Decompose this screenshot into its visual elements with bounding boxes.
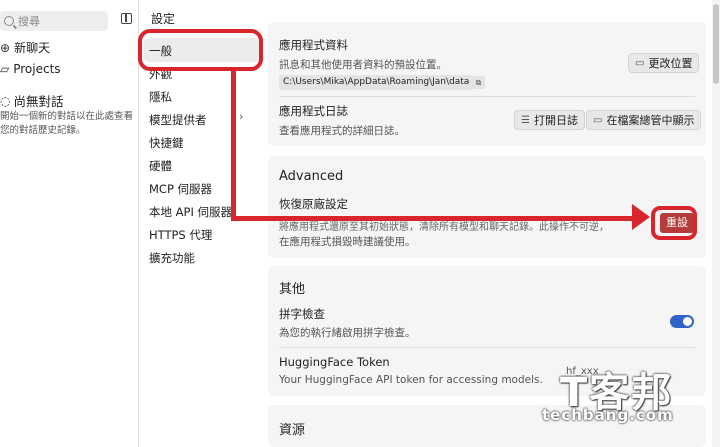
- annotation-line-horizontal: [231, 216, 633, 221]
- watermark: T客邦 techbang.com: [540, 360, 700, 430]
- chat-icon: ◌: [0, 93, 11, 108]
- open-logs-button[interactable]: ☰ 打開日誌: [514, 110, 585, 130]
- scrollbar[interactable]: [712, 0, 720, 447]
- no-conversations-title: ◌ 尚無對話: [0, 93, 64, 110]
- sidebar: 搜尋 ⊕ 新聊天 ▱ Projects ◌ 尚無對話 開始一個新的對話以在此處查…: [0, 0, 139, 447]
- factory-reset-desc-line2: 在應用程式損毀時建議使用。: [279, 236, 416, 248]
- plus-circle-icon: ⊕: [0, 40, 11, 55]
- nav-item-https-proxy[interactable]: HTTPS 代理: [149, 227, 212, 243]
- folder-icon: ▭: [635, 57, 645, 69]
- chevron-right-icon: ›: [239, 110, 244, 123]
- nav-item-extensions[interactable]: 擴充功能: [149, 250, 195, 266]
- folder-icon: ▱: [0, 62, 10, 76]
- annotation-general-highlight: [138, 29, 263, 71]
- search-placeholder: 搜尋: [18, 15, 40, 28]
- change-location-button[interactable]: ▭ 更改位置: [628, 53, 700, 73]
- factory-reset-title: 恢復原廠設定: [279, 197, 348, 211]
- sidebar-toggle-icon[interactable]: [121, 13, 132, 24]
- spellcheck-desc: 為您的執行緒啟用拼字檢查。: [279, 327, 416, 339]
- new-chat-label: 新聊天: [14, 41, 51, 55]
- advanced-title: Advanced: [279, 169, 344, 184]
- other-title: 其他: [279, 282, 306, 297]
- annotation-arrow: [632, 204, 650, 230]
- annotation-reset-highlight: [651, 206, 697, 240]
- nav-item-local-api-server[interactable]: 本地 API 伺服器: [149, 204, 232, 220]
- hf-token-title: HuggingFace Token: [279, 355, 390, 369]
- app-data-desc: 訊息和其他使用者資料的預設位置。: [279, 59, 447, 71]
- projects-button[interactable]: ▱ Projects: [0, 62, 61, 76]
- settings-nav: 一般 外觀 隱私 模型提供者 › 快捷鍵 硬體 MCP 伺服器 本地 API 伺…: [139, 30, 268, 447]
- spellcheck-title: 拼字檢查: [279, 307, 325, 321]
- divider: [279, 96, 695, 97]
- hf-token-desc: Your HuggingFace API token for accessing…: [279, 374, 543, 386]
- app-data-title: 應用程式資料: [279, 38, 348, 52]
- nav-item-hardware[interactable]: 硬體: [149, 158, 172, 174]
- app-logs-title: 應用程式日誌: [279, 104, 348, 118]
- annotation-line-vertical: [231, 69, 236, 221]
- scrollbar-thumb[interactable]: [713, 4, 719, 84]
- spellcheck-toggle[interactable]: [670, 315, 694, 328]
- nav-item-mcp-servers[interactable]: MCP 伺服器: [149, 181, 212, 197]
- resources-title: 資源: [279, 423, 306, 438]
- no-conversations-desc: 開始一個新的對話以在此處查看您的對話歷史記錄。: [0, 111, 134, 136]
- nav-item-privacy[interactable]: 隱私: [149, 89, 172, 105]
- copy-icon[interactable]: ⧉: [472, 76, 485, 89]
- nav-item-model-providers[interactable]: 模型提供者: [149, 112, 207, 128]
- list-icon: ☰: [521, 114, 530, 126]
- search-icon: [4, 16, 14, 26]
- nav-item-shortcuts[interactable]: 快捷鍵: [149, 135, 184, 151]
- divider: [279, 347, 695, 348]
- general-card: 應用程式資料 訊息和其他使用者資料的預設位置。 C:\Users\Mika\Ap…: [268, 22, 706, 146]
- show-in-explorer-button[interactable]: ▭ 在檔案總管中顯示: [586, 110, 702, 130]
- watermark-site: techbang.com: [542, 406, 674, 424]
- page-title: 設定: [151, 12, 176, 26]
- app-logs-desc: 查看應用程式的詳細日誌。: [279, 125, 405, 137]
- projects-label: Projects: [13, 62, 61, 76]
- search-input[interactable]: 搜尋: [0, 11, 108, 31]
- app-data-path: C:\Users\Mika\AppData\Roaming\Jan\data: [279, 75, 474, 90]
- folder-icon: ▭: [593, 114, 603, 126]
- new-chat-button[interactable]: ⊕ 新聊天: [0, 39, 50, 56]
